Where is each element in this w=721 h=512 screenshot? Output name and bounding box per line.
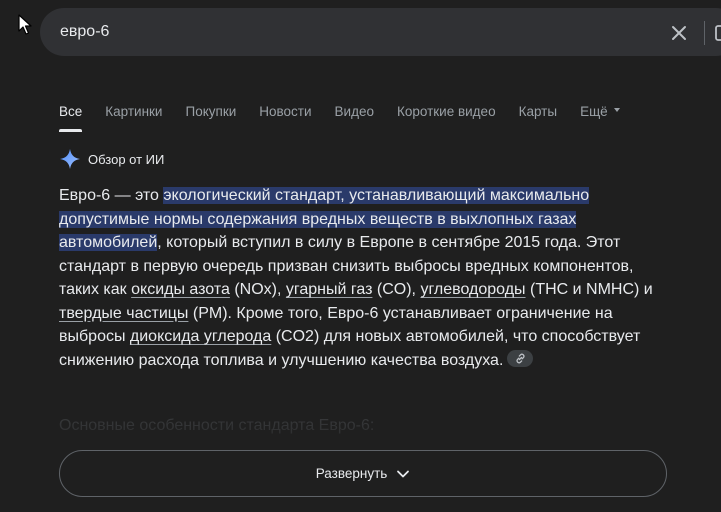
ai-overview-title: Обзор от ИИ: [88, 151, 165, 167]
keyboard-icon[interactable]: [714, 22, 721, 44]
link-carbon-monoxide[interactable]: угарный газ: [286, 281, 373, 298]
tab-videos[interactable]: Видео: [335, 104, 374, 130]
link-nitrogen-oxides[interactable]: оксиды азота: [131, 281, 230, 298]
link-icon: [516, 353, 525, 364]
source-link-chip[interactable]: [507, 349, 534, 367]
tab-news[interactable]: Новости: [259, 104, 311, 130]
search-input[interactable]: евро-6: [60, 23, 109, 41]
sparkle-icon: [60, 149, 80, 169]
search-divider: [704, 21, 705, 45]
ai-text-segment: Евро-6 — это: [59, 187, 164, 204]
ai-text-segment: (CO),: [372, 281, 421, 298]
chevron-down-icon: [613, 108, 620, 113]
tab-more-label: Ещё: [580, 104, 608, 119]
tab-short-videos[interactable]: Короткие видео: [397, 104, 496, 130]
tab-images[interactable]: Картинки: [105, 104, 162, 130]
expand-label: Развернуть: [315, 466, 388, 481]
search-bar[interactable]: евро-6: [40, 8, 721, 56]
ai-text-segment: (THC и NMHC) и: [525, 281, 653, 298]
tab-maps[interactable]: Карты: [519, 104, 557, 130]
search-tabs: Все Картинки Покупки Новости Видео Корот…: [59, 104, 643, 132]
ai-subheading: Основные особенности стандарта Евро-6:: [59, 417, 375, 434]
mouse-cursor-icon: [18, 14, 32, 35]
ai-text-segment: (NOx),: [229, 281, 286, 298]
tab-shopping[interactable]: Покупки: [185, 104, 236, 130]
link-carbon-dioxide[interactable]: диоксида углерода: [130, 328, 271, 345]
chevron-down-icon: [397, 470, 410, 477]
ai-overview-text: Евро-6 — это экологический стандарт, уст…: [59, 184, 659, 372]
link-hydrocarbons[interactable]: углеводороды: [420, 281, 525, 298]
expand-button[interactable]: Развернуть: [59, 450, 667, 497]
ai-overview-header: Обзор от ИИ: [59, 148, 164, 170]
clear-icon[interactable]: [668, 22, 690, 44]
tab-all[interactable]: Все: [59, 104, 83, 132]
tab-more[interactable]: Ещё: [580, 104, 620, 130]
link-particulate-matter[interactable]: твердые частицы: [59, 305, 188, 322]
